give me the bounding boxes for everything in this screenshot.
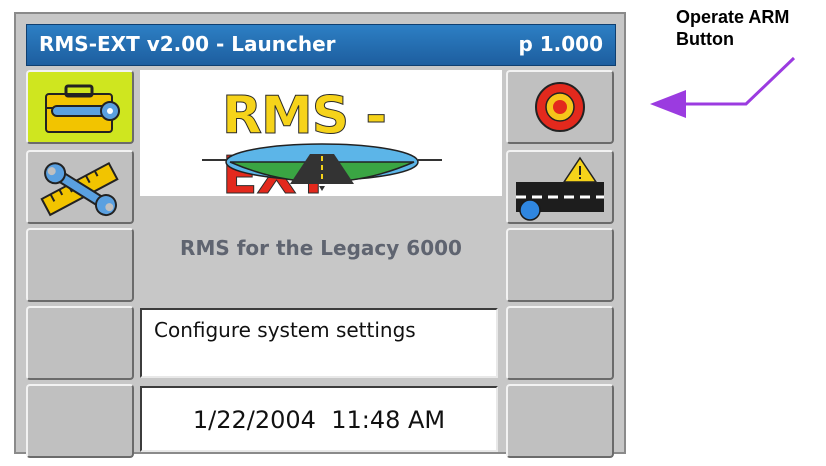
right-softkey-5[interactable] [506, 384, 614, 458]
left-softkey-4[interactable] [26, 306, 134, 380]
settings-softkey[interactable] [26, 70, 134, 144]
right-softkey-4[interactable] [506, 306, 614, 380]
operate-arm-button[interactable] [506, 70, 614, 144]
arm-target-icon [535, 82, 585, 132]
launcher-window: RMS-EXT v2.00 - Launcher p 1.000 RMS - R… [14, 12, 626, 458]
left-softkey-5[interactable] [26, 384, 134, 458]
title-bar: RMS-EXT v2.00 - Launcher p 1.000 [26, 24, 616, 66]
left-softkey-3[interactable] [26, 228, 134, 302]
tools-softkey[interactable] [26, 150, 134, 224]
road-globe-icon [202, 143, 442, 191]
page-indicator: p 1.000 [518, 32, 603, 56]
road-warning-icon [516, 156, 604, 221]
right-softkey-3[interactable] [506, 228, 614, 302]
settings-toolbox-icon [45, 84, 120, 133]
datetime-panel: 1/22/2004 11:48 AM [140, 386, 498, 452]
tools-ruler-icon [40, 161, 119, 217]
annotation-arrow-icon [650, 56, 796, 118]
annotation-line-1: Operate ARM [676, 7, 790, 27]
rms-ext-logo: RMS - EXT [140, 70, 502, 207]
status-panel: Configure system settings [140, 308, 498, 378]
subtitle: RMS for the Legacy 6000 [180, 236, 462, 260]
window-title: RMS-EXT v2.00 - Launcher [39, 32, 336, 56]
status-message: Configure system settings [154, 318, 416, 342]
road-warning-softkey[interactable] [506, 150, 614, 224]
datetime-display: 1/22/2004 11:48 AM [192, 406, 446, 434]
